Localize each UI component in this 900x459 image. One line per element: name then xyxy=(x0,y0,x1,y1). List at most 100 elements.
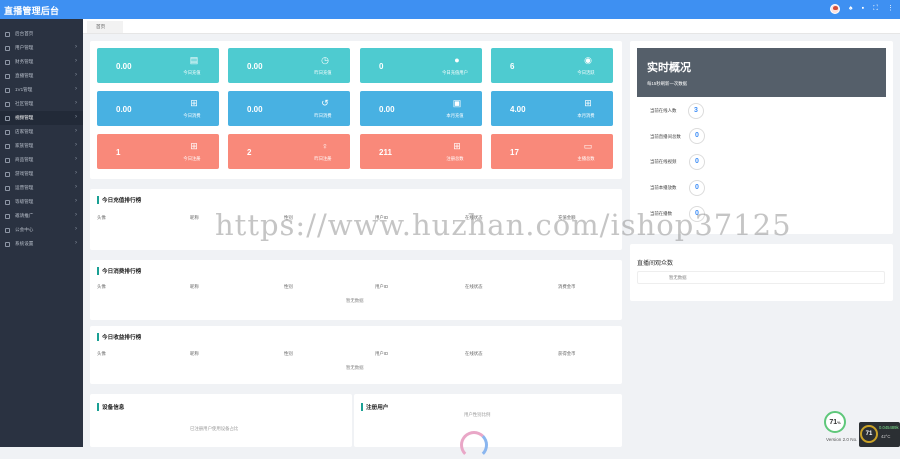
consume-ranking-title: 今日消费排行榜 xyxy=(97,267,141,275)
stat-label: 今日活跃 xyxy=(577,70,595,75)
col-avatar: 头像 xyxy=(97,284,106,289)
col-user-id: 用户ID xyxy=(375,284,389,289)
sidebar-item-label: 系统设置 xyxy=(15,241,34,246)
user-icon: ● xyxy=(454,55,460,65)
cart-icon: ⊞ xyxy=(453,141,461,151)
chevron-right-icon: › xyxy=(75,128,77,134)
playing-label: 当前本播放数 xyxy=(650,185,677,190)
col-avatar: 头像 xyxy=(97,351,106,356)
sidebar-item-1v1[interactable]: 1V1管理 › xyxy=(0,83,83,97)
invite-icon xyxy=(5,213,10,219)
stat-label: 注册总数 xyxy=(446,156,464,161)
empty-state: 暂无数据 xyxy=(669,275,687,280)
chevron-right-icon: › xyxy=(75,212,77,218)
sidebar-item-label: 公会中心 xyxy=(15,227,34,232)
register-panel: 注册用户 用户性别比例 xyxy=(354,394,622,459)
cpu-temp: 42°C xyxy=(881,434,891,439)
stat-label: 本月消费 xyxy=(577,113,595,118)
register-chart-title: 用户性别比例 xyxy=(464,412,491,417)
fullscreen-icon[interactable]: ⛶ xyxy=(873,4,878,14)
community-icon xyxy=(5,101,10,107)
sidebar-item-game[interactable]: 游戏管理 › xyxy=(0,167,83,181)
tab-bar: 首页 xyxy=(83,19,900,34)
chevron-right-icon: › xyxy=(75,142,77,148)
stat-label: 今日注册 xyxy=(183,156,201,161)
top-bar: 直播管理后台 ♠ ▪ ⛶ ⋮ xyxy=(0,0,900,19)
stat-card[interactable]: 6 ◉ 今日活跃 xyxy=(491,48,613,83)
stat-card[interactable]: 17 ▭ 主播总数 xyxy=(491,134,613,169)
sidebar-item-settings[interactable]: 系统设置 › xyxy=(0,237,83,251)
sidebar-item-users[interactable]: 用户管理 › xyxy=(0,41,83,55)
more-icon[interactable]: ⋮ xyxy=(887,4,894,14)
stat-value: 4.00 xyxy=(510,105,526,114)
stat-card[interactable]: 0.00 ⊞ 今日消费 xyxy=(97,91,219,126)
sidebar-item-live[interactable]: 直播管理 › xyxy=(0,69,83,83)
online-users-value: 3 xyxy=(688,103,704,119)
sidebar-item-finance[interactable]: 财务管理 › xyxy=(0,55,83,69)
stat-card[interactable]: 0.00 ▣ 本月充值 xyxy=(360,91,482,126)
stat-label: 今日充值 xyxy=(183,70,201,75)
chevron-right-icon: › xyxy=(75,72,77,78)
chevron-right-icon: › xyxy=(75,170,77,176)
screen-lock-icon[interactable]: ▪ xyxy=(862,4,864,14)
col-gender: 性别 xyxy=(284,351,293,356)
chevron-right-icon: › xyxy=(75,44,77,50)
tab-home[interactable]: 首页 xyxy=(87,21,123,33)
stat-card[interactable]: 0.00 ▤ 今日充值 xyxy=(97,48,219,83)
system-monitor-widget[interactable]: 71 0.045489k 42°C xyxy=(859,422,900,447)
stat-value: 0.00 xyxy=(379,105,395,114)
sidebar-item-operations[interactable]: 运营管理 › xyxy=(0,181,83,195)
stat-label: 昨日充值 xyxy=(314,70,332,75)
sidebar-item-goods[interactable]: 商品管理 › xyxy=(0,153,83,167)
chevron-right-icon: › xyxy=(75,198,77,204)
clock-icon: ◷ xyxy=(321,55,329,65)
sidebar: 后台首页 用户管理 › 财务管理 › 直播管理 › 1V1管理 › 社区管理 › 视频管理… xyxy=(0,19,83,447)
stat-card[interactable]: 211 ⊞ 注册总数 xyxy=(360,134,482,169)
col-amount: 消费金币 xyxy=(558,284,576,289)
chevron-right-icon: › xyxy=(75,226,77,232)
avatar[interactable] xyxy=(829,4,840,14)
memory-gauge: 71% xyxy=(824,411,846,433)
home-icon xyxy=(5,31,10,37)
sidebar-item-label: 用户管理 xyxy=(15,45,34,50)
game-icon xyxy=(5,171,10,177)
col-avatar: 头像 xyxy=(97,215,106,220)
gender-pie xyxy=(460,431,488,459)
badge-icon: ▣ xyxy=(452,98,462,108)
empty-state: 暂无数据 xyxy=(346,365,364,370)
stat-card[interactable]: 2 ♀ 昨日注册 xyxy=(228,134,350,169)
playing-value: 0 xyxy=(689,180,705,196)
stat-label: 昨日消费 xyxy=(314,113,332,118)
stat-value: 211 xyxy=(379,148,392,157)
register-title: 注册用户 xyxy=(361,403,388,411)
sidebar-item-level[interactable]: 等级管理 › xyxy=(0,195,83,209)
sidebar-item-family[interactable]: 家族管理 › xyxy=(0,139,83,153)
sidebar-item-invite[interactable]: 邀请推广 › xyxy=(0,209,83,223)
network-speed: 0.045489k xyxy=(879,425,899,430)
sidebar-item-label: 店家管理 xyxy=(15,129,34,134)
realtime-subtitle: 每15秒刷新一次数据 xyxy=(647,81,688,86)
stat-card[interactable]: 0 ● 今日充值用户 xyxy=(360,48,482,83)
stat-card[interactable]: 1 ⊞ 今日注册 xyxy=(97,134,219,169)
goods-icon xyxy=(5,157,10,163)
sidebar-item-store[interactable]: 店家管理 › xyxy=(0,125,83,139)
sidebar-item-label: 社区管理 xyxy=(15,101,34,106)
stat-card[interactable]: 0.00 ◷ 昨日充值 xyxy=(228,48,350,83)
live-rooms-label: 当前直播间总数 xyxy=(650,134,681,139)
income-ranking-panel: 今日收益排行榜 头像 昵称 性别 用户ID 在线状态 获得金币 暂无数据 xyxy=(90,326,622,384)
bell-icon[interactable]: ♠ xyxy=(849,4,853,14)
sidebar-item-community[interactable]: 社区管理 › xyxy=(0,97,83,111)
user-icon xyxy=(5,45,10,51)
sidebar-item-guild[interactable]: 公会中心 › xyxy=(0,223,83,237)
live-rooms-value: 0 xyxy=(689,128,705,144)
chevron-right-icon: › xyxy=(75,156,77,162)
chevron-right-icon: › xyxy=(75,86,77,92)
col-online-status: 在线状态 xyxy=(465,351,483,356)
stat-card[interactable]: 4.00 ⊞ 本月消费 xyxy=(491,91,613,126)
sidebar-item-home[interactable]: 后台首页 xyxy=(0,27,83,41)
stat-label: 本月充值 xyxy=(446,113,464,118)
sidebar-item-video[interactable]: 视频管理 › xyxy=(0,111,83,125)
user-circle-icon: ◉ xyxy=(584,55,592,65)
stat-card[interactable]: 0.00 ↺ 昨日消费 xyxy=(228,91,350,126)
version-text: Version 2.0 No. xyxy=(826,437,858,442)
